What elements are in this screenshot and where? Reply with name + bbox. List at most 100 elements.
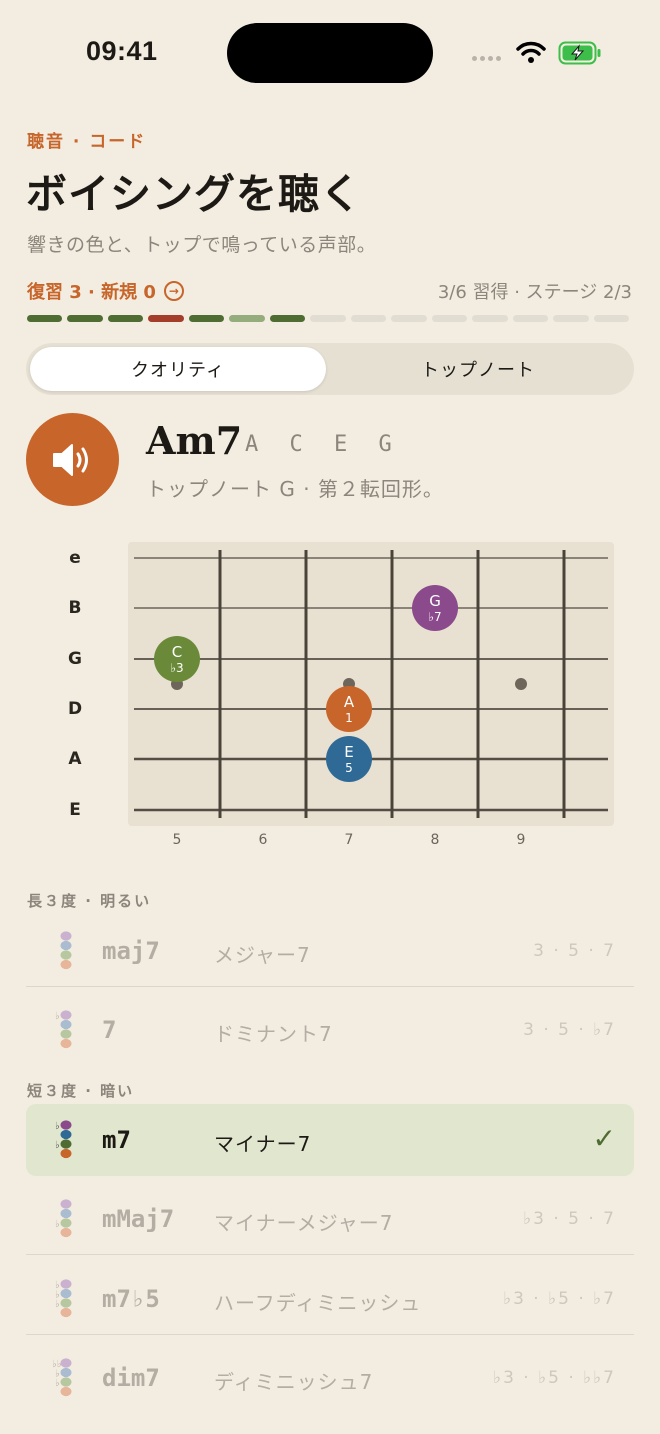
fretboard-background <box>128 542 614 826</box>
checkmark-icon: ✓ <box>592 1122 616 1155</box>
quality-row-m7b5[interactable]: ♭ ♭ ♭ m7♭5 ハーフディミニッシュ ♭3 · ♭5 · ♭7 <box>26 1263 634 1335</box>
quality-name: メジャー7 <box>214 943 311 967</box>
quality-symbol: maj7 <box>102 937 160 965</box>
voicing-stack-icon: ♭♭ <box>55 1120 72 1159</box>
play-button[interactable] <box>26 413 119 506</box>
quality-name: ドミナント7 <box>214 1022 333 1046</box>
quality-symbol: dim7 <box>102 1364 160 1392</box>
wifi-icon <box>516 41 546 63</box>
note-interval: ♭3 <box>170 660 184 675</box>
progress-segment <box>593 315 630 322</box>
note-name: C <box>171 642 183 661</box>
quality-name: マイナー7 <box>214 1132 312 1156</box>
quality-intervals: 3 · 5 · 7 <box>533 941 616 961</box>
progress-segment <box>310 315 346 322</box>
section-header-major: 長３度 · 明るい <box>27 892 152 910</box>
page-subtitle: 響きの色と、トップで鳴っている声部。 <box>27 234 377 256</box>
svg-text:♭: ♭ <box>55 1140 60 1151</box>
progress-segment <box>107 315 144 322</box>
arrow-right-circle-icon: → <box>163 281 184 301</box>
progress-segment <box>472 315 508 322</box>
svg-text:♭: ♭ <box>55 1378 60 1389</box>
quality-intervals: ♭3 · 5 · 7 <box>523 1209 616 1229</box>
note-marker-A: A1 <box>326 686 372 732</box>
progress-segment <box>269 315 306 322</box>
note-name: G <box>429 591 441 610</box>
progress-segment <box>431 315 468 322</box>
svg-text:♭: ♭ <box>55 1219 60 1230</box>
quality-row-mmaj7[interactable]: ♭ mMaj7 マイナーメジャー7 ♭3 · 5 · 7 <box>26 1183 634 1255</box>
fret-number: 7 <box>344 832 354 848</box>
fret-number: 9 <box>516 832 526 848</box>
progress-segment <box>188 315 225 322</box>
string-label: e <box>69 548 81 568</box>
tab-top-note[interactable]: トップノート <box>330 347 626 391</box>
quality-intervals: ♭3 · ♭5 · ♭7 <box>503 1289 616 1309</box>
review-queue-label: 復習 3 · 新規 0 <box>27 282 156 303</box>
voicing-stack-icon <box>60 931 72 970</box>
quality-row-dim7[interactable]: ♭♭ ♭ ♭ dim7 ディミニッシュ7 ♭3 · ♭5 · ♭♭7 <box>26 1342 634 1414</box>
string-label: B <box>68 598 82 618</box>
voicing-stack-icon: ♭ <box>55 1199 72 1238</box>
quality-symbol: mMaj7 <box>102 1205 175 1233</box>
speaker-icon <box>52 443 88 476</box>
tab-quality[interactable]: クオリティ <box>30 347 326 391</box>
quality-row-7[interactable]: ♭ 7 ドミナント7 3 · 5 · ♭7 <box>26 994 634 1066</box>
note-marker-G: G ♭7 <box>412 585 458 631</box>
fret-number: 5 <box>172 832 182 848</box>
progress-bar <box>27 315 630 322</box>
string-label: D <box>67 699 83 719</box>
fret-number: 8 <box>430 832 440 848</box>
cellular-signal-icon <box>472 56 501 61</box>
quality-symbol: m7 <box>102 1126 131 1154</box>
string-label: A <box>68 749 82 769</box>
chord-name: Am7 <box>146 418 243 463</box>
section-header-minor: 短３度 · 暗い <box>27 1082 135 1100</box>
inlay-dot <box>515 678 527 690</box>
note-marker-E: E5 <box>326 736 372 782</box>
svg-text:♭: ♭ <box>55 1299 60 1310</box>
quality-name: ディミニッシュ7 <box>214 1370 374 1394</box>
quality-intervals: 3 · 5 · ♭7 <box>523 1020 616 1040</box>
svg-text:♭: ♭ <box>55 1011 60 1022</box>
voicing-stack-icon: ♭ <box>55 1010 72 1049</box>
quality-symbol: 7 <box>102 1016 117 1044</box>
fret-number: 6 <box>258 832 268 848</box>
svg-text:♭: ♭ <box>55 1121 60 1132</box>
voicing-stack-icon: ♭♭♭♭ <box>52 1358 72 1397</box>
note-name: E <box>344 742 354 761</box>
section-overline: 聴音 · コード <box>27 132 147 152</box>
mode-segmented-control: クオリティ トップノート <box>26 343 634 395</box>
quality-row-maj7[interactable]: maj7 メジャー7 3 · 5 · 7 <box>26 915 634 987</box>
quality-name: ハーフディミニッシュ <box>214 1291 422 1315</box>
voicing-stack-icon: ♭♭♭ <box>55 1279 72 1318</box>
string-label: E <box>69 800 81 820</box>
chord-notes: A C E G <box>245 432 401 457</box>
progress-segment <box>553 315 589 322</box>
battery-charging-icon <box>558 41 601 65</box>
note-interval: 1 <box>345 710 353 725</box>
review-queue-link[interactable]: 復習 3 · 新規 0 → <box>27 278 184 304</box>
note-name: A <box>343 692 355 711</box>
status-time: 09:41 <box>86 36 158 66</box>
string-label: G <box>68 649 82 669</box>
page-title: ボイシングを聴く <box>26 170 362 218</box>
quality-intervals: ♭3 · ♭5 · ♭♭7 <box>493 1368 616 1388</box>
note-interval: ♭7 <box>428 609 442 624</box>
note-marker-C: C ♭3 <box>154 636 200 682</box>
dynamic-island <box>227 23 433 83</box>
progress-text: 3/6 習得 · ステージ 2/3 <box>437 282 632 303</box>
progress-segment <box>27 315 63 322</box>
progress-segment <box>512 315 549 322</box>
fretboard-grid <box>134 550 608 818</box>
progress-segment <box>391 315 427 322</box>
progress-segment <box>148 315 184 322</box>
quality-symbol: m7♭5 <box>102 1285 160 1313</box>
progress-segment <box>67 315 103 322</box>
chord-description: トップノート G · 第２転回形。 <box>146 477 444 501</box>
note-interval: 5 <box>345 760 353 775</box>
quality-row-m7[interactable]: ♭ ♭ m7 マイナー7 ✓ <box>26 1104 634 1176</box>
quality-name: マイナーメジャー7 <box>214 1211 394 1235</box>
progress-segment <box>229 315 265 322</box>
progress-segment <box>350 315 387 322</box>
